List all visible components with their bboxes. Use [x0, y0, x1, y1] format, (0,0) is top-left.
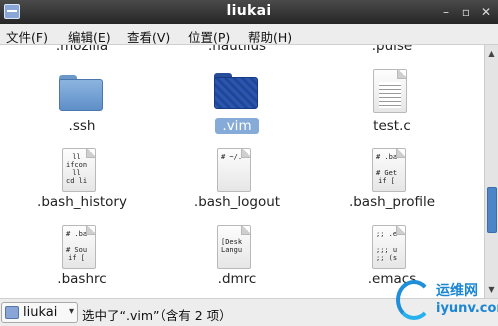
- text-file-icon: [373, 69, 407, 113]
- close-icon[interactable]: ✕: [479, 5, 493, 19]
- file-preview: ll ifcon ll cd li: [66, 153, 88, 185]
- file-label: .pulse: [371, 45, 413, 54]
- file-preview: ;; .e ;;; u ;; (s: [376, 230, 398, 262]
- file-label: .mozilla: [55, 45, 109, 54]
- location-label: liukai: [23, 305, 58, 320]
- text-file-icon: # ~/.: [217, 148, 251, 192]
- file-label: .ssh: [68, 118, 96, 134]
- text-file-icon: # .ba # Get if [: [372, 148, 406, 192]
- file-preview: # .ba # Get if [: [376, 153, 398, 185]
- title-bar[interactable]: liukai – ▫ ✕: [0, 0, 498, 24]
- maximize-icon[interactable]: ▫: [459, 5, 473, 19]
- watermark-text-cn: 运维网: [436, 283, 478, 299]
- file-label: .vim: [215, 118, 259, 134]
- file-label: .bashrc: [57, 271, 107, 287]
- chevron-down-icon: ▾: [68, 306, 74, 317]
- menu-file[interactable]: 文件(F): [6, 27, 48, 46]
- folder-icon: [59, 75, 103, 111]
- text-file-icon: [Desk Langu: [217, 225, 251, 269]
- menu-edit[interactable]: 编辑(E): [68, 27, 111, 46]
- file-icon-view[interactable]: .mozilla .nautilus .pulse .ssh .vim test…: [0, 45, 484, 298]
- watermark-text-en: iyunv.com: [436, 301, 498, 316]
- minimize-icon[interactable]: –: [439, 5, 453, 19]
- menu-help[interactable]: 帮助(H): [248, 27, 292, 46]
- file-label: .nautilus: [207, 45, 267, 54]
- vertical-scrollbar[interactable]: ▲ ▼: [484, 45, 498, 298]
- location-dropdown[interactable]: liukai ▾: [1, 302, 78, 323]
- menu-places[interactable]: 位置(P): [188, 27, 230, 46]
- scroll-thumb[interactable]: [487, 187, 497, 233]
- menu-view[interactable]: 查看(V): [127, 27, 170, 46]
- text-file-icon: ll ifcon ll cd li: [62, 148, 96, 192]
- text-file-icon: ;; .e ;;; u ;; (s: [372, 225, 406, 269]
- folder-icon: [214, 73, 258, 109]
- file-label: .bash_profile: [348, 194, 436, 210]
- watermark-swirl-icon: [396, 280, 432, 320]
- file-preview: # .ba # Sou if [: [66, 230, 88, 262]
- file-label: .bash_logout: [193, 194, 281, 210]
- file-preview: [Desk Langu: [221, 238, 243, 254]
- menu-bar: 文件(F) 编辑(E) 查看(V) 位置(P) 帮助(H): [0, 24, 498, 45]
- file-manager-window: liukai – ▫ ✕ 文件(F) 编辑(E) 查看(V) 位置(P) 帮助(…: [0, 0, 498, 326]
- file-label: .bash_history: [37, 194, 127, 210]
- scroll-up-icon[interactable]: ▲: [485, 47, 498, 60]
- window-title: liukai: [226, 3, 272, 19]
- file-label: test.c: [373, 118, 411, 134]
- folder-window-icon: [5, 306, 19, 319]
- status-message: 选中了“.vim”（含有 2 项）: [82, 308, 232, 323]
- file-preview: # ~/.: [221, 153, 243, 161]
- text-file-icon: # .ba # Sou if [: [62, 225, 96, 269]
- file-label: .dmrc: [217, 271, 257, 287]
- watermark-logo: 运维网 iyunv.com: [392, 276, 498, 326]
